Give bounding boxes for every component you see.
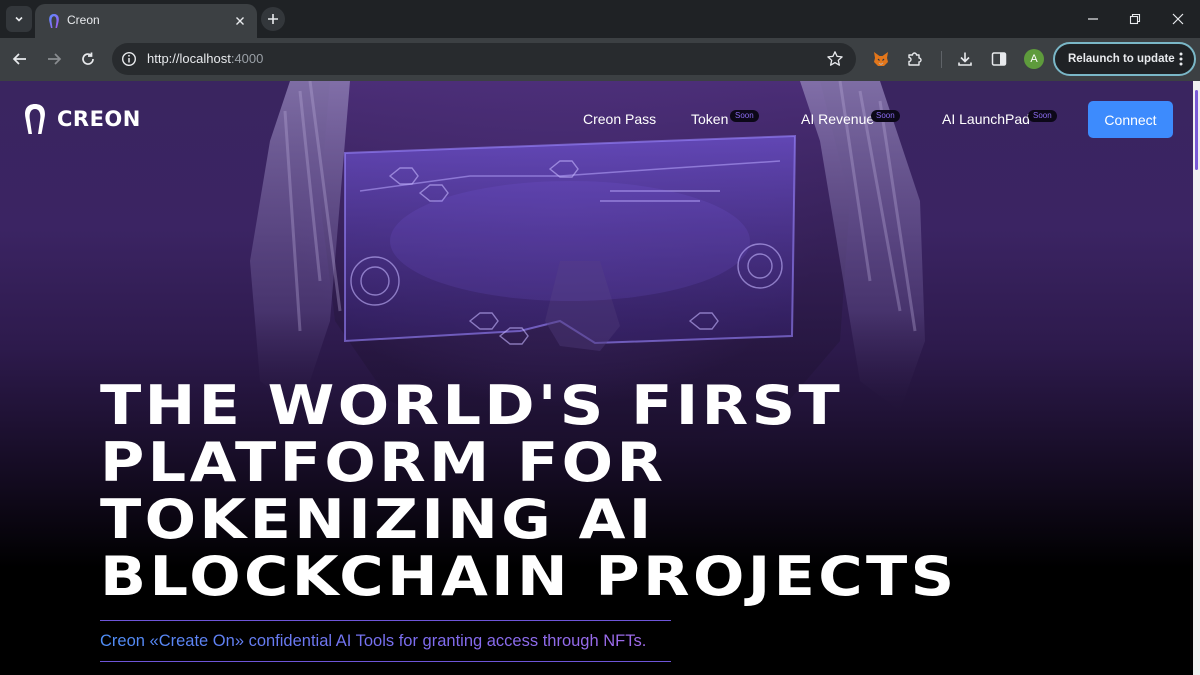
more-vert-icon [1179, 52, 1183, 66]
extensions-button[interactable] [903, 47, 927, 71]
plus-icon [268, 14, 278, 24]
page-viewport: CREON Creon Pass Token Soon AI Revenue S… [0, 81, 1193, 675]
back-button[interactable] [8, 47, 32, 71]
browser-tab-bar: Creon [0, 0, 1200, 38]
bookmark-star-icon[interactable] [826, 50, 844, 68]
soon-badge: Soon [1028, 110, 1057, 122]
headline-line: BLOCKCHAIN PROJECTS [100, 545, 958, 608]
url-text: http://localhost:4000 [147, 51, 263, 66]
hero-subheadline-box: Creon «Create On» confidential AI Tools … [100, 620, 671, 662]
soon-badge: Soon [730, 110, 759, 122]
nav-ai-revenue[interactable]: AI Revenue [801, 111, 874, 127]
profile-avatar[interactable]: A [1024, 49, 1044, 69]
forward-button[interactable] [42, 47, 66, 71]
nav-ai-launchpad[interactable]: AI LaunchPad [942, 111, 1030, 127]
downloads-button[interactable] [953, 47, 977, 71]
hero-headline: THE WORLD'S FIRST PLATFORM FOR TOKENIZIN… [100, 377, 1193, 605]
restore-button[interactable] [1125, 9, 1145, 29]
side-panel-icon [991, 52, 1007, 66]
tab-title: Creon [67, 13, 100, 27]
relaunch-label: Relaunch to update [1068, 53, 1175, 65]
page-scrollbar[interactable] [1193, 81, 1200, 675]
download-icon [958, 52, 972, 66]
creon-logo-icon [25, 104, 45, 134]
connect-button[interactable]: Connect [1088, 101, 1173, 138]
toolbar-separator [941, 51, 942, 68]
scrollbar-thumb[interactable] [1195, 90, 1198, 170]
browser-toolbar: http://localhost:4000 A Relaunch to upda… [0, 38, 1200, 81]
headline-line: THE WORLD'S FIRST [100, 374, 844, 437]
site-info-icon[interactable] [121, 51, 137, 67]
reload-button[interactable] [76, 47, 100, 71]
headline-line: TOKENIZING AI [100, 488, 655, 551]
reload-icon [82, 52, 94, 65]
puzzle-icon [908, 52, 922, 66]
nav-token[interactable]: Token [691, 111, 728, 127]
fox-icon [874, 52, 888, 66]
logo-text: CREON [57, 107, 141, 131]
tab-search-button[interactable] [6, 6, 32, 32]
minimize-icon [1088, 18, 1098, 20]
close-icon [1172, 13, 1184, 25]
url-host: http://localhost [147, 51, 231, 66]
soon-badge: Soon [871, 110, 900, 122]
arrow-right-icon [48, 53, 62, 65]
new-tab-button[interactable] [261, 7, 285, 31]
headline-line: PLATFORM FOR [100, 431, 667, 494]
browser-tab[interactable]: Creon [35, 4, 257, 38]
nav-creon-pass[interactable]: Creon Pass [583, 111, 656, 127]
address-bar[interactable]: http://localhost:4000 [112, 43, 856, 75]
hero-subheadline: Creon «Create On» confidential AI Tools … [100, 632, 647, 650]
creon-favicon-icon [49, 14, 59, 28]
relaunch-to-update-button[interactable]: Relaunch to update [1053, 42, 1196, 76]
site-logo[interactable]: CREON [22, 103, 141, 135]
metamask-extension-button[interactable] [869, 47, 893, 71]
close-window-button[interactable] [1168, 9, 1188, 29]
chevron-down-icon [15, 16, 23, 22]
url-port: :4000 [230, 51, 264, 66]
tab-close-icon[interactable] [231, 12, 249, 30]
side-panel-button[interactable] [987, 47, 1011, 71]
arrow-left-icon [12, 53, 26, 65]
minimize-button[interactable] [1083, 9, 1103, 29]
restore-icon [1129, 13, 1141, 25]
